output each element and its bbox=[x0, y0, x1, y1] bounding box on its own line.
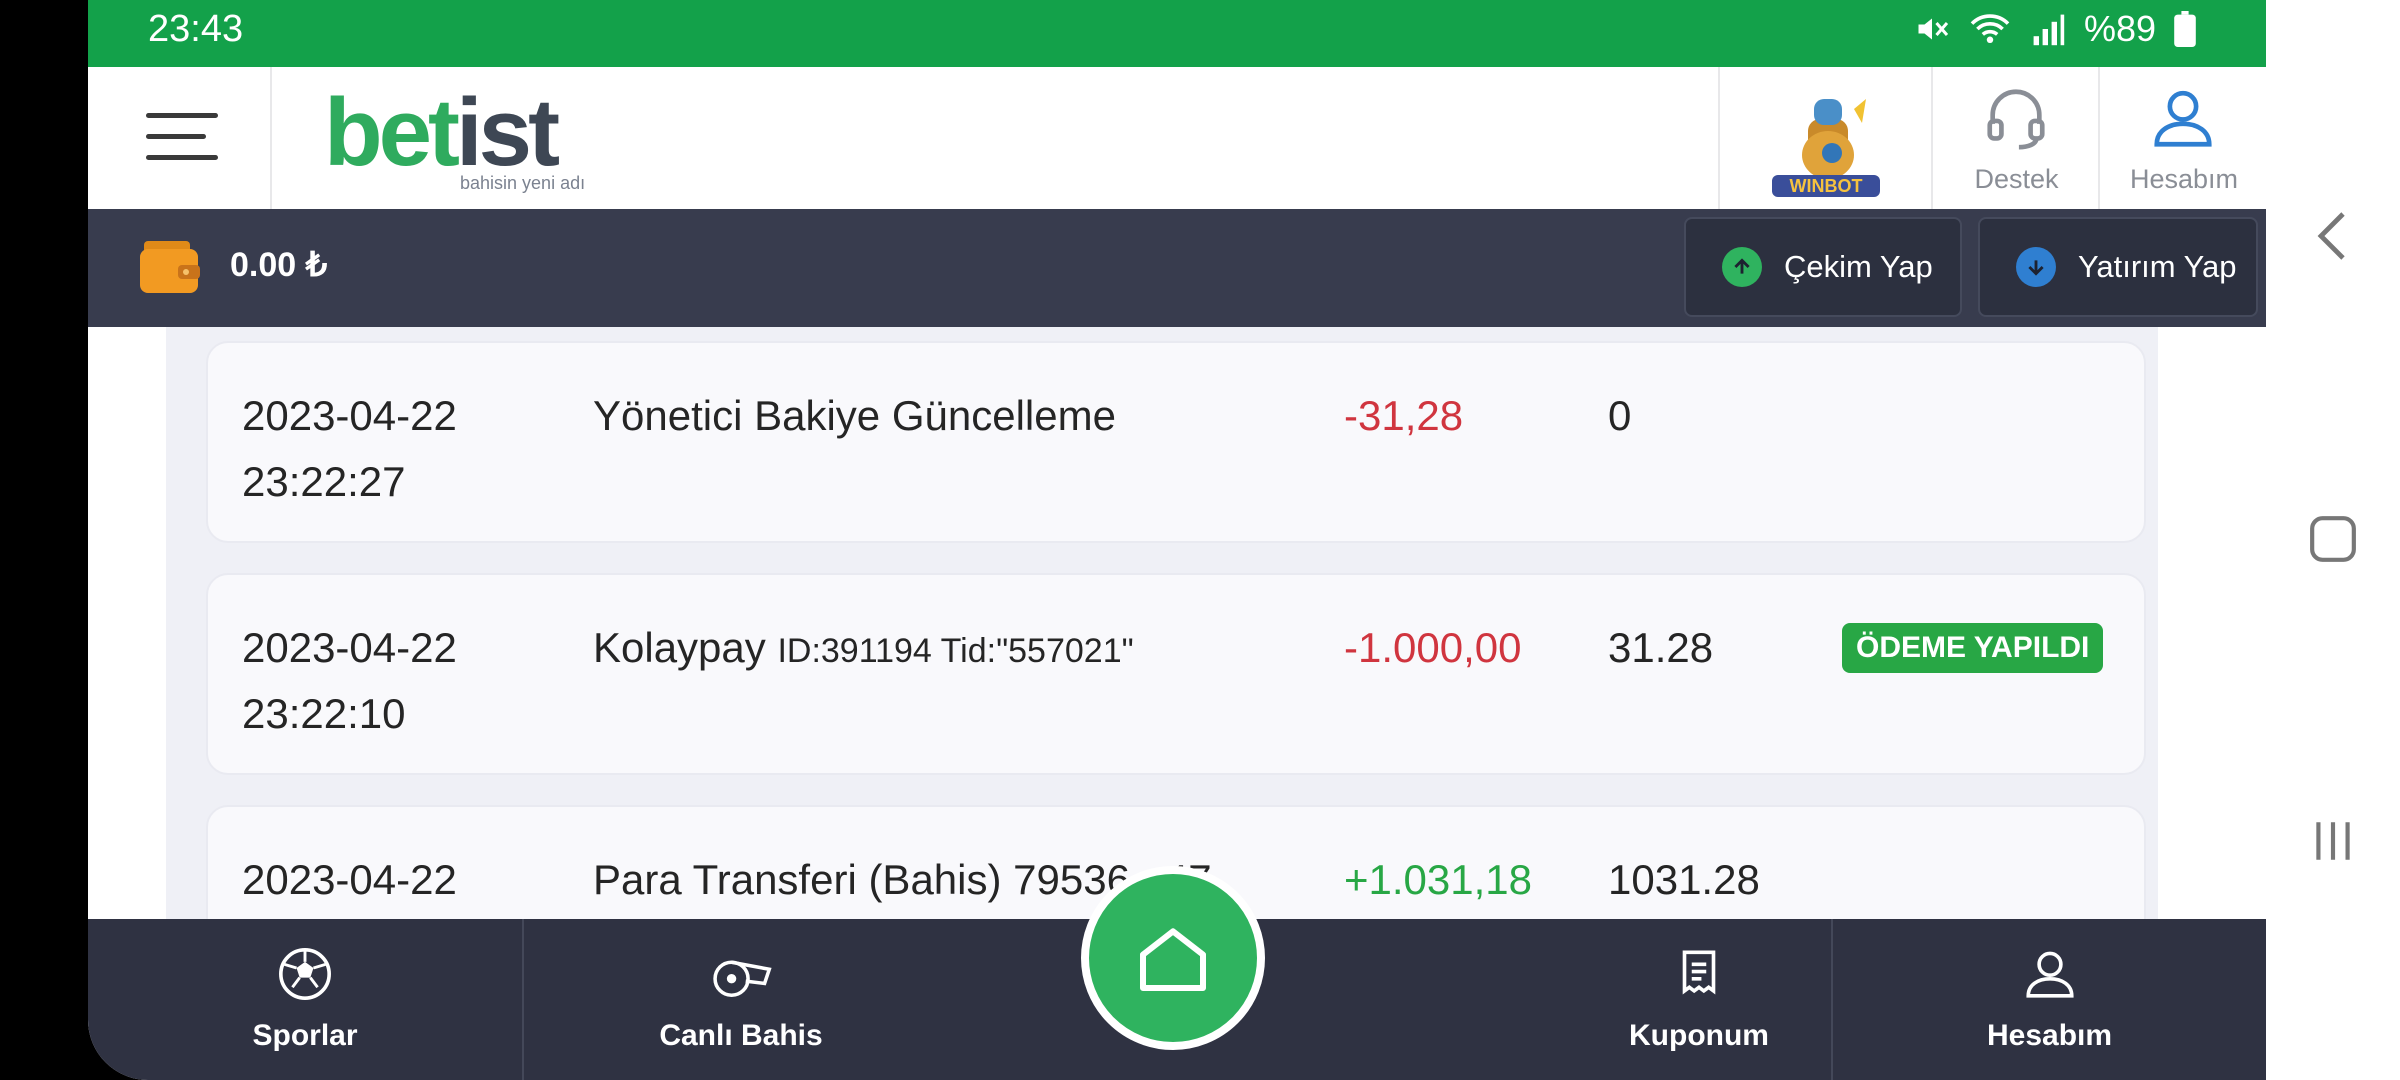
arrow-down-icon bbox=[2016, 247, 2056, 287]
wallet-balance: 0.00 ₺ bbox=[230, 246, 328, 284]
winbot-mascot-button[interactable]: WINBOT bbox=[1718, 67, 1933, 209]
transaction-row[interactable]: 2023-04-22 23:22:27 Yönetici Bakiye Günc… bbox=[206, 341, 2146, 543]
headset-icon bbox=[1987, 89, 2045, 150]
arrow-up-icon bbox=[1722, 247, 1762, 287]
battery-percent: %89 bbox=[2083, 8, 2156, 49]
hamburger-menu-button[interactable] bbox=[88, 67, 272, 209]
wifi-icon bbox=[1970, 14, 2010, 44]
transaction-balance: 31.28 bbox=[1608, 624, 1714, 671]
battery-icon bbox=[2174, 11, 2196, 47]
transaction-list[interactable]: 2023-04-22 23:22:27 Yönetici Bakiye Günc… bbox=[88, 327, 2266, 919]
chevron-left-icon bbox=[2317, 212, 2345, 260]
transaction-row[interactable]: 2023-04-22 23:22:10 Kolaypay ID:391194 T… bbox=[206, 573, 2146, 775]
transaction-datetime: 2023-04-22 23:22:27 bbox=[242, 392, 457, 505]
nav-sports-label: Sporlar bbox=[252, 1019, 358, 1052]
transaction-datetime: 2023-04-22 bbox=[242, 856, 457, 903]
transaction-amount: -1.000,00 bbox=[1344, 624, 1522, 671]
winbot-label: WINBOT bbox=[1790, 176, 1863, 196]
nav-live-betting[interactable]: Canlı Bahis bbox=[524, 919, 958, 1080]
deposit-button[interactable]: Yatırım Yap bbox=[1978, 217, 2258, 317]
android-navigation-bar bbox=[2266, 0, 2400, 1080]
logo-slogan: bahisin yeni adı bbox=[460, 173, 586, 193]
status-badge: ÖDEME YAPILDI bbox=[1842, 623, 2104, 673]
whistle-icon bbox=[713, 960, 772, 997]
balance-bar: 0.00 ₺ Çekim Yap Yatırım Yap bbox=[88, 209, 2266, 327]
user-icon bbox=[2025, 951, 2074, 998]
status-time: 23:43 bbox=[148, 8, 244, 50]
signal-icon bbox=[2033, 14, 2065, 46]
support-label: Destek bbox=[1974, 164, 2059, 194]
account-button[interactable]: Hesabım bbox=[2098, 67, 2266, 209]
home-nav-button[interactable] bbox=[2266, 514, 2400, 564]
nav-account-label: Hesabım bbox=[1986, 1019, 2113, 1052]
home-icon bbox=[1140, 928, 1206, 991]
receipt-icon bbox=[1682, 950, 1716, 995]
wallet-icon[interactable] bbox=[140, 239, 202, 295]
winbot-mascot-icon: WINBOT bbox=[1772, 99, 1880, 197]
withdraw-button[interactable]: Çekim Yap bbox=[1684, 217, 1962, 317]
status-bar: 23:43 %89 bbox=[88, 0, 2266, 67]
transaction-amount: +1.031,18 bbox=[1344, 856, 1533, 903]
transaction-description: Yönetici Bakiye Güncelleme bbox=[593, 392, 1116, 439]
app-header: betist bahisin yeni adı WINBOT Destek He… bbox=[88, 67, 2266, 209]
square-icon bbox=[2310, 516, 2356, 562]
app-screen: 23:43 %89 betist bahisin yeni adı WINBOT… bbox=[88, 0, 2266, 1080]
transaction-datetime: 2023-04-22 23:22:10 bbox=[242, 624, 457, 737]
transaction-amount: -31,28 bbox=[1344, 392, 1464, 439]
soccer-ball-icon bbox=[279, 948, 331, 1000]
mute-icon bbox=[1918, 18, 1949, 40]
transaction-reference: ID:391194 Tid:"557021" bbox=[777, 632, 1134, 670]
deposit-label: Yatırım Yap bbox=[2078, 249, 2237, 284]
support-button[interactable]: Destek bbox=[1931, 67, 2100, 209]
transaction-balance: 0 bbox=[1608, 392, 1632, 439]
nav-sports[interactable]: Sporlar bbox=[88, 919, 522, 1080]
betist-logo[interactable]: betist bahisin yeni adı bbox=[324, 85, 624, 195]
transaction-description: Kolaypay ID:391194 Tid:"557021" bbox=[593, 624, 1134, 671]
recents-button[interactable] bbox=[2266, 816, 2400, 866]
back-button[interactable] bbox=[2266, 208, 2400, 264]
nav-live-betting-label: Canlı Bahis bbox=[659, 1019, 823, 1052]
account-label: Hesabım bbox=[2129, 164, 2239, 194]
recents-icon bbox=[2316, 822, 2350, 860]
user-icon bbox=[2154, 90, 2212, 147]
transaction-balance: 1031.28 bbox=[1608, 856, 1760, 903]
nav-account[interactable]: Hesabım bbox=[1833, 919, 2266, 1080]
home-button[interactable] bbox=[1081, 866, 1265, 1050]
withdraw-label: Çekim Yap bbox=[1784, 249, 1933, 284]
